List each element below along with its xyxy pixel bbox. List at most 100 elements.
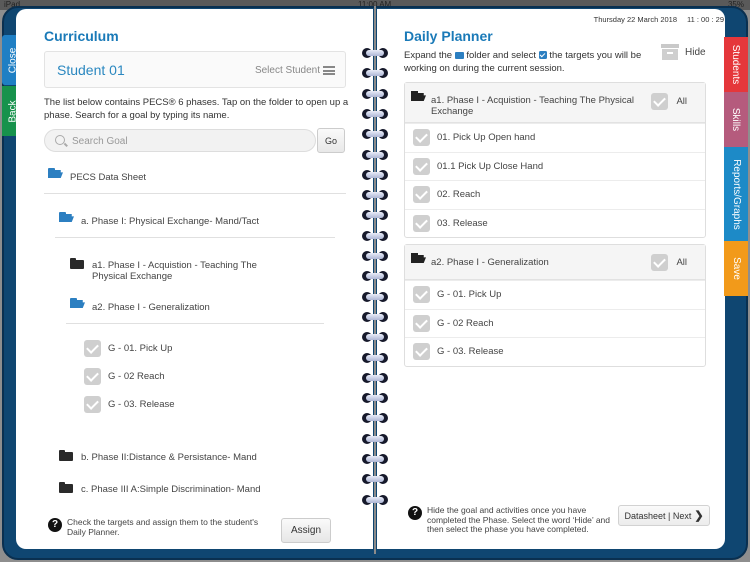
checkbox-checked-icon[interactable] [413, 214, 430, 232]
spiral-ring [360, 129, 390, 140]
folder-closed-icon [70, 258, 85, 269]
datasheet-next-button[interactable]: Datasheet | Next ❯ [618, 505, 710, 526]
tree-item-label: a2. Phase I - Generalization [92, 302, 210, 313]
checkbox-checked-icon[interactable] [84, 340, 101, 357]
tree-item-label: b. Phase II:Distance & Persistance- Mand [81, 452, 257, 463]
spiral-ring [360, 433, 390, 444]
skills-tab[interactable]: Skills [724, 92, 748, 147]
all-label: All [676, 257, 687, 268]
phase-card-a2: a2. Phase I - Generalization All G - 01.… [404, 244, 706, 367]
tree-item-a1[interactable]: a1. Phase I - Acquistion - Teaching The … [70, 258, 277, 282]
reports-tab-label: Reports/Graphs [730, 158, 742, 230]
select-all-toggle[interactable]: All [651, 93, 687, 110]
tree-item-a2[interactable]: a2. Phase I - Generalization [70, 298, 210, 313]
search-box[interactable] [44, 129, 316, 152]
planner-goal-row[interactable]: 01.1 Pick Up Close Hand [405, 151, 705, 181]
students-tab-label: Students [730, 44, 742, 85]
folder-icon [454, 52, 464, 59]
spiral-ring [360, 332, 390, 343]
tree-item-phase-a[interactable]: a. Phase I: Physical Exchange- Mand/Tact [59, 212, 259, 227]
planner-goal-row[interactable]: 03. Release [405, 208, 705, 238]
save-tab[interactable]: Save [724, 241, 748, 296]
checkbox-checked-icon[interactable] [84, 368, 101, 385]
select-student-label: Select Student [254, 65, 320, 76]
all-label: All [676, 96, 687, 107]
menu-icon [323, 66, 335, 75]
hide-label: Hide [685, 46, 706, 58]
reports-graphs-tab[interactable]: Reports/Graphs [724, 147, 748, 241]
hide-button[interactable]: Hide [655, 38, 710, 66]
spiral-ring [360, 454, 390, 464]
checkbox-checked-icon[interactable] [651, 93, 669, 110]
time-label: 11 : 00 : 29 [687, 15, 724, 24]
goal-label: G - 02 Reach [108, 371, 165, 382]
students-tab[interactable]: Students [724, 37, 748, 92]
student-selector[interactable]: Student 01 Select Student [44, 51, 346, 88]
tree-item-label: PECS Data Sheet [70, 172, 147, 183]
phase-header[interactable]: a1. Phase I - Acquistion - Teaching The … [405, 83, 705, 123]
planner-goal-row[interactable]: 02. Reach [405, 180, 705, 209]
goal-label: G - 03. Release [437, 346, 504, 358]
tree-item-phase-c[interactable]: c. Phase III A:Simple Discrimination- Ma… [59, 482, 261, 495]
search-goal-input[interactable] [72, 133, 302, 149]
checkbox-checked-icon[interactable] [651, 254, 669, 271]
goal-item[interactable]: G - 02 Reach [84, 368, 165, 385]
folder-open-icon [59, 212, 74, 223]
spiral-ring [360, 108, 390, 119]
tree-item-label: a1. Phase I - Acquistion - Teaching The … [92, 260, 257, 282]
date-label: Thursday 22 March 2018 [593, 15, 678, 24]
phase-title: a2. Phase I - Generalization [431, 257, 549, 268]
folder-open-icon [70, 298, 85, 309]
divider [55, 237, 335, 238]
goal-label: 02. Reach [437, 189, 481, 201]
skills-tab-label: Skills [730, 107, 742, 132]
planner-goal-row[interactable]: G - 01. Pick Up [405, 280, 705, 309]
help-icon: ? [48, 518, 62, 532]
checkbox-checked-icon[interactable] [413, 286, 430, 304]
checkbox-checked-icon[interactable] [413, 314, 430, 332]
planner-goal-row[interactable]: G - 02 Reach [405, 308, 705, 338]
phase-header[interactable]: a2. Phase I - Generalization All [405, 245, 705, 280]
go-button[interactable]: Go [317, 128, 345, 153]
tree-item-phase-b[interactable]: b. Phase II:Distance & Persistance- Mand [59, 450, 257, 463]
next-label: Datasheet | Next [624, 510, 692, 521]
planner-goal-row[interactable]: 01. Pick Up Open hand [405, 123, 705, 152]
folder-open-icon [411, 253, 426, 264]
spiral-ring [360, 230, 390, 241]
checkbox-checked-icon[interactable] [84, 396, 101, 413]
spiral-ring [360, 251, 390, 261]
goal-label: G - 01. Pick Up [108, 343, 173, 354]
student-name: Student 01 [57, 62, 125, 78]
archive-icon [661, 44, 679, 60]
checkbox-checked-icon[interactable] [413, 186, 430, 204]
goal-label: G - 01. Pick Up [437, 289, 502, 301]
spiral-ring [360, 372, 390, 383]
goal-item[interactable]: G - 01. Pick Up [84, 340, 172, 357]
assign-button[interactable]: Assign [281, 518, 331, 543]
goal-label: 01. Pick Up Open hand [437, 132, 536, 144]
spiral-ring [360, 474, 390, 485]
spiral-ring [360, 311, 390, 322]
chevron-right-icon: ❯ [694, 510, 704, 522]
phase-card-a1: a1. Phase I - Acquistion - Teaching The … [404, 82, 706, 238]
checkbox-checked-icon[interactable] [413, 343, 430, 361]
checkbox-icon [538, 51, 547, 59]
spiral-ring [360, 210, 390, 221]
help-icon: ? [408, 506, 422, 520]
checkbox-checked-icon[interactable] [413, 129, 430, 147]
spiral-ring [360, 393, 390, 404]
tree-item-root[interactable]: PECS Data Sheet [48, 168, 146, 183]
checkbox-checked-icon[interactable] [413, 157, 430, 175]
folder-open-icon [411, 91, 426, 102]
intro-text: Expand the [404, 50, 453, 61]
select-student-button[interactable]: Select Student [255, 65, 335, 76]
goal-label: G - 03. Release [108, 399, 175, 410]
spiral-ring [360, 169, 390, 180]
search-icon [55, 135, 65, 145]
spiral-ring [360, 352, 390, 363]
planner-goal-row[interactable]: G - 03. Release [405, 337, 705, 366]
select-all-toggle[interactable]: All [651, 254, 687, 271]
planner-help: ? Hide the goal and activities once you … [408, 505, 613, 535]
spiral-ring [360, 190, 390, 201]
goal-item[interactable]: G - 03. Release [84, 396, 175, 413]
